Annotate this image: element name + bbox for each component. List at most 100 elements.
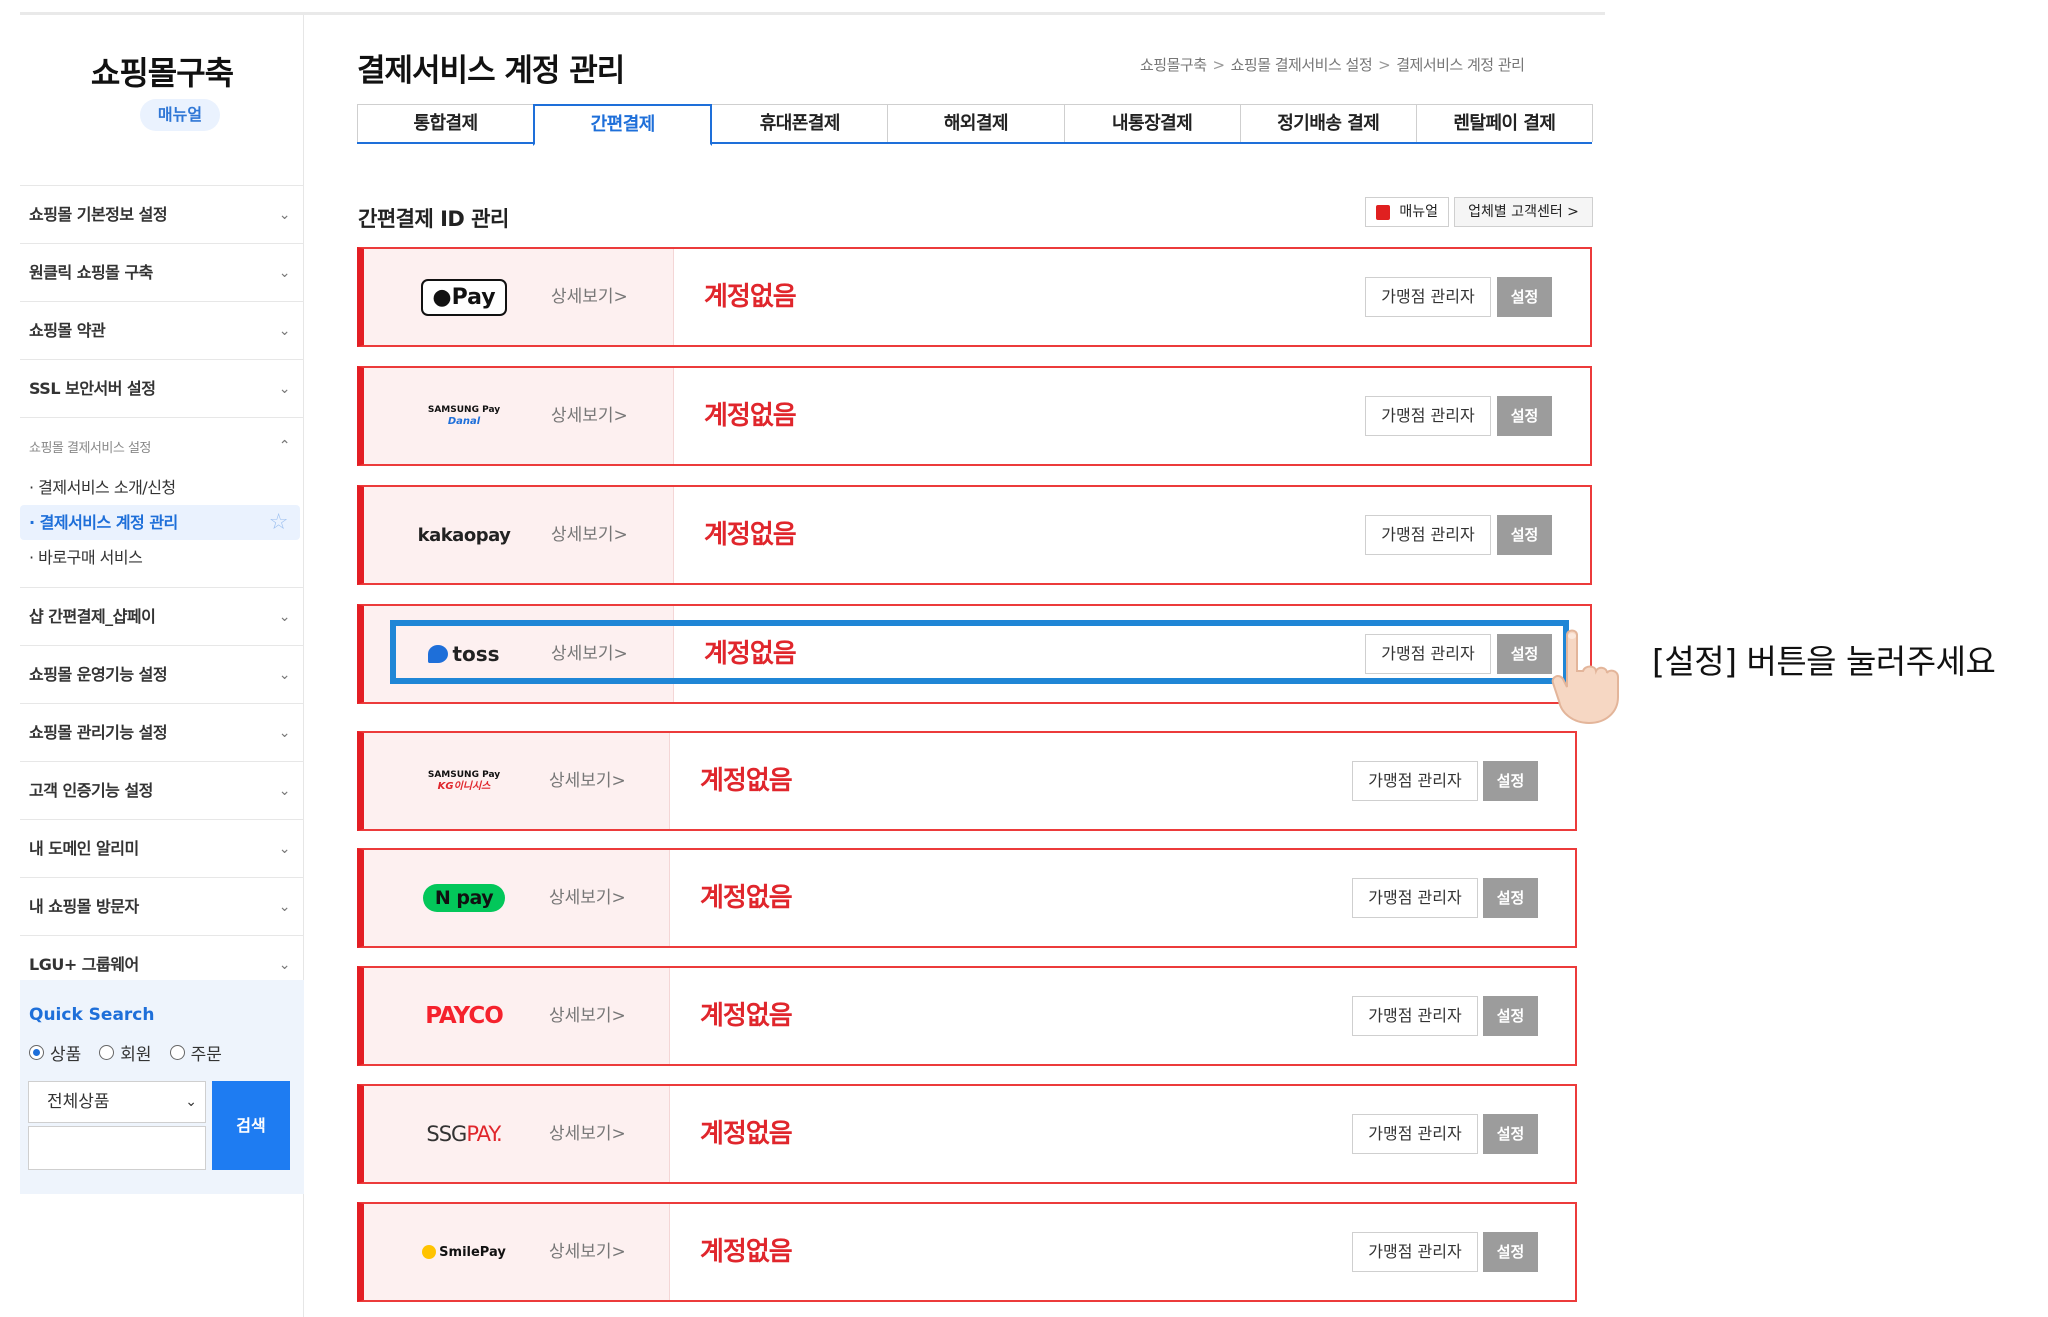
settings-button[interactable]: 설정 bbox=[1497, 396, 1552, 436]
settings-button[interactable]: 설정 bbox=[1483, 1232, 1538, 1272]
tab-bank-account[interactable]: 내통장결제 bbox=[1063, 104, 1241, 142]
logo-label: Pay bbox=[451, 284, 496, 310]
sidebar-item-shoppay[interactable]: 샵 간편결제_샵페이 ⌄ bbox=[20, 587, 304, 645]
sidebar-group-title[interactable]: 쇼핑몰 결제서비스 설정 bbox=[29, 441, 151, 456]
chevron-down-icon: ⌄ bbox=[278, 609, 291, 625]
settings-button[interactable]: 설정 bbox=[1483, 996, 1538, 1036]
detail-link[interactable]: 상세보기> bbox=[549, 1204, 626, 1300]
sidebar-group-payment: 쇼핑몰 결제서비스 설정 ⌃ · 결제서비스 소개/신청 · 결제서비스 계정 … bbox=[20, 417, 304, 587]
tab-rental[interactable]: 렌탈페이 결제 bbox=[1415, 104, 1593, 142]
star-icon[interactable]: ☆ bbox=[269, 505, 289, 540]
quick-search-input[interactable] bbox=[28, 1126, 206, 1170]
sidebar-item-label: LGU+ 그룹웨어 bbox=[29, 955, 139, 974]
pointing-hand-icon bbox=[1551, 629, 1619, 725]
breadcrumb: 쇼핑몰구축 > 쇼핑몰 결제서비스 설정 > 결제서비스 계정 관리 bbox=[1140, 54, 1525, 75]
sidebar-item-label: SSL 보안서버 설정 bbox=[29, 379, 156, 398]
sidebar-item-visitors[interactable]: 내 쇼핑몰 방문자 ⌄ bbox=[20, 877, 304, 935]
logo-text: SmilePay bbox=[422, 1245, 506, 1260]
detail-link[interactable]: 상세보기> bbox=[551, 249, 628, 345]
detail-link[interactable]: 상세보기> bbox=[549, 733, 626, 829]
merchant-admin-button[interactable]: 가맹점 관리자 bbox=[1352, 996, 1478, 1036]
radio-product[interactable]: 상품 bbox=[29, 1040, 81, 1065]
settings-button[interactable]: 설정 bbox=[1483, 1114, 1538, 1154]
apple-icon: ● bbox=[432, 284, 452, 310]
sidebar-item-operation[interactable]: 쇼핑몰 운영기능 설정 ⌄ bbox=[20, 645, 304, 703]
status-text: 계정없음 bbox=[700, 1119, 793, 1149]
quick-search-radios: 상품 회원 주문 bbox=[29, 1040, 222, 1065]
merchant-admin-button[interactable]: 가맹점 관리자 bbox=[1365, 396, 1491, 436]
payment-row-smilepay: SmilePay 상세보기> 계정없음 가맹점 관리자 설정 bbox=[357, 1202, 1577, 1302]
chevron-right-icon: > bbox=[1212, 56, 1226, 74]
tab-overseas[interactable]: 해외결제 bbox=[887, 104, 1065, 142]
chevron-up-icon[interactable]: ⌃ bbox=[279, 418, 291, 474]
sidebar-menu: 쇼핑몰 기본정보 설정 ⌄ 원클릭 쇼핑몰 구축 ⌄ 쇼핑몰 약관 ⌄ SSL 보안서… bbox=[20, 185, 304, 993]
payment-row-applepay: ●Pay 상세보기> 계정없음 가맹점 관리자 설정 bbox=[357, 247, 1592, 347]
breadcrumb-item[interactable]: 쇼핑몰 결제서비스 설정 bbox=[1231, 56, 1373, 74]
samsungpay-logo: SAMSUNG Pay KG이니시스 bbox=[384, 733, 544, 829]
manual-button-label: 매뉴얼 bbox=[1399, 204, 1438, 220]
chevron-down-icon: ⌄ bbox=[278, 381, 291, 397]
sidebar-item-label: 내 쇼핑몰 방문자 bbox=[29, 897, 139, 916]
highlight-box bbox=[390, 620, 1569, 684]
sidebar-item-label: 쇼핑몰 운영기능 설정 bbox=[29, 665, 168, 684]
sidebar-item-oneclick[interactable]: 원클릭 쇼핑몰 구축 ⌄ bbox=[20, 243, 304, 301]
merchant-admin-button[interactable]: 가맹점 관리자 bbox=[1365, 277, 1491, 317]
sidebar-item-domain[interactable]: 내 도메인 알리미 ⌄ bbox=[20, 819, 304, 877]
customer-center-button[interactable]: 업체별 고객센터 > bbox=[1454, 197, 1593, 227]
detail-link[interactable]: 상세보기> bbox=[549, 850, 626, 946]
merchant-admin-button[interactable]: 가맹점 관리자 bbox=[1352, 1114, 1478, 1154]
logo-text: ●Pay bbox=[421, 278, 507, 316]
status-text: 계정없음 bbox=[704, 401, 797, 431]
settings-button[interactable]: 설정 bbox=[1497, 515, 1552, 555]
sidebar-item-management[interactable]: 쇼핑몰 관리기능 설정 ⌄ bbox=[20, 703, 304, 761]
settings-button[interactable]: 설정 bbox=[1483, 878, 1538, 918]
section-title: 간편결제 ID 관리 bbox=[358, 207, 509, 231]
sidebar-subitem-direct-buy[interactable]: · 바로구매 서비스 bbox=[20, 540, 300, 575]
tab-integrated[interactable]: 통합결제 bbox=[357, 104, 535, 142]
sidebar-item-basic-info[interactable]: 쇼핑몰 기본정보 설정 ⌄ bbox=[20, 185, 304, 243]
detail-link[interactable]: 상세보기> bbox=[551, 487, 628, 583]
chevron-right-icon: > bbox=[1378, 56, 1391, 74]
tab-simple-pay[interactable]: 간편결제 bbox=[533, 104, 713, 146]
sidebar-item-label: 내 도메인 알리미 bbox=[29, 839, 139, 858]
breadcrumb-item[interactable]: 결제서비스 계정 관리 bbox=[1396, 56, 1525, 74]
sidebar-item-terms[interactable]: 쇼핑몰 약관 ⌄ bbox=[20, 301, 304, 359]
radio-button[interactable] bbox=[29, 1045, 44, 1060]
merchant-admin-button[interactable]: 가맹점 관리자 bbox=[1352, 1232, 1478, 1272]
payco-logo: PAYCO bbox=[384, 968, 544, 1064]
sidebar-item-auth[interactable]: 고객 인증기능 설정 ⌄ bbox=[20, 761, 304, 819]
sidebar: 쇼핑몰구축 매뉴얼 쇼핑몰 기본정보 설정 ⌄ 원클릭 쇼핑몰 구축 ⌄ 쇼핑몰 약… bbox=[20, 15, 304, 1317]
payment-row-samsungpay-kg: SAMSUNG Pay KG이니시스 상세보기> 계정없음 가맹점 관리자 설정 bbox=[357, 731, 1577, 831]
chevron-down-icon: ⌄ bbox=[278, 725, 291, 741]
quick-search-button[interactable]: 검색 bbox=[212, 1081, 290, 1170]
merchant-admin-button[interactable]: 가맹점 관리자 bbox=[1352, 878, 1478, 918]
radio-order[interactable]: 주문 bbox=[169, 1040, 222, 1065]
payment-row-samsungpay-danal: SAMSUNG Pay Danal 상세보기> 계정없음 가맹점 관리자 설정 bbox=[357, 366, 1592, 466]
tab-mobile[interactable]: 휴대폰결제 bbox=[711, 104, 889, 142]
radio-button[interactable] bbox=[99, 1045, 115, 1060]
sidebar-subitem-account[interactable]: · 결제서비스 계정 관리 ☆ bbox=[20, 505, 300, 540]
merchant-admin-button[interactable]: 가맹점 관리자 bbox=[1365, 515, 1491, 555]
radio-member[interactable]: 회원 bbox=[99, 1040, 152, 1065]
breadcrumb-item[interactable]: 쇼핑몰구축 bbox=[1140, 56, 1207, 74]
quick-search-select[interactable]: 전체상품 ⌄ bbox=[28, 1081, 206, 1123]
detail-link[interactable]: 상세보기> bbox=[549, 1086, 626, 1182]
settings-button[interactable]: 설정 bbox=[1483, 761, 1538, 801]
logo-label: kakaopay bbox=[417, 524, 511, 546]
sidebar-item-label: 쇼핑몰 기본정보 설정 bbox=[29, 205, 168, 224]
sidebar-subitem-intro[interactable]: · 결제서비스 소개/신청 bbox=[20, 470, 300, 505]
quick-search-title: Quick Search bbox=[29, 1005, 155, 1025]
merchant-admin-button[interactable]: 가맹점 관리자 bbox=[1352, 761, 1478, 801]
detail-link[interactable]: 상세보기> bbox=[551, 368, 628, 464]
detail-link[interactable]: 상세보기> bbox=[549, 968, 626, 1064]
radio-button[interactable] bbox=[169, 1045, 185, 1060]
sidebar-item-ssl[interactable]: SSL 보안서버 설정 ⌄ bbox=[20, 359, 304, 417]
chevron-down-icon: ⌄ bbox=[278, 207, 291, 223]
manual-badge[interactable]: 매뉴얼 bbox=[140, 99, 220, 131]
radio-label: 상품 bbox=[50, 1045, 82, 1065]
page-title: 결제서비스 계정 관리 bbox=[357, 53, 625, 89]
manual-button[interactable]: 매뉴얼 bbox=[1365, 197, 1449, 227]
sidebar-brand: 쇼핑몰구축 bbox=[90, 54, 234, 92]
tab-subscription[interactable]: 정기배송 결제 bbox=[1239, 104, 1417, 142]
settings-button[interactable]: 설정 bbox=[1497, 277, 1552, 317]
